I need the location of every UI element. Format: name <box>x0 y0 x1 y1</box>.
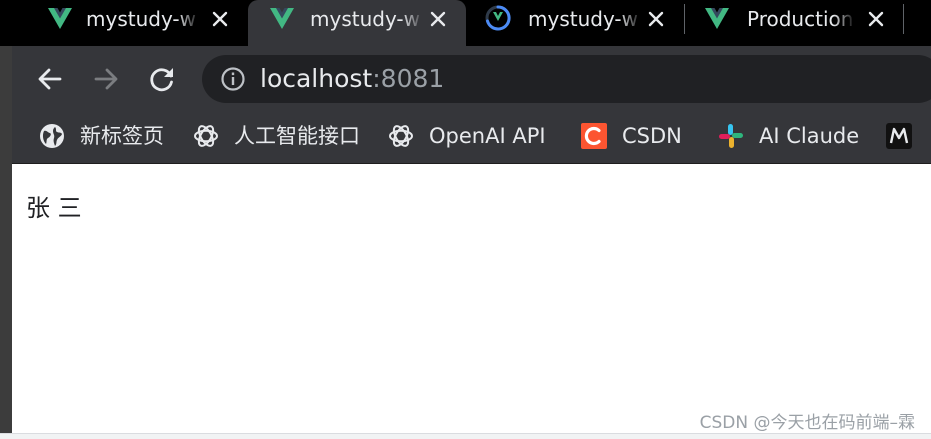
bookmark-label: 新标签页 <box>80 124 164 148</box>
browser-window: mystudy-w mystudy-w mystudy-w Production… <box>0 0 931 439</box>
tab-strip: mystudy-w mystudy-w mystudy-w Production <box>0 0 931 46</box>
info-icon[interactable] <box>220 66 246 92</box>
bookmark-m[interactable] <box>885 120 927 152</box>
tab-mystudy-1[interactable]: mystudy-w <box>30 0 248 46</box>
close-icon[interactable] <box>428 9 448 29</box>
watermark: CSDN @今天也在码前端–霖 <box>699 413 915 433</box>
tab-title: mystudy-w <box>310 7 421 31</box>
bookmark-ai-interface[interactable]: 人工智能接口 <box>192 120 360 152</box>
close-icon[interactable] <box>210 9 230 29</box>
m-logo-icon <box>886 123 912 149</box>
tab-title: mystudy-w <box>86 7 197 31</box>
openai-icon <box>389 125 413 147</box>
window-bottom-edge <box>0 433 931 439</box>
bookmark-csdn[interactable]: CSDN <box>580 120 682 152</box>
openai-icon <box>194 125 218 147</box>
bookmark-label: 人工智能接口 <box>234 124 360 148</box>
vue-logo-icon <box>270 8 294 29</box>
loading-spinner-icon <box>485 5 511 31</box>
window-edge <box>0 46 12 433</box>
vue-logo-icon <box>48 8 72 29</box>
bookmark-openai-api[interactable]: OpenAI API <box>387 120 546 152</box>
csdn-icon <box>581 123 607 149</box>
url-port: :8081 <box>372 64 445 93</box>
reload-icon[interactable] <box>146 63 178 95</box>
close-icon[interactable] <box>866 9 886 29</box>
url-host: localhost <box>260 64 373 93</box>
tab-mystudy-3[interactable]: mystudy-w <box>466 0 684 46</box>
address-bar[interactable]: localhost:8081 <box>202 55 931 103</box>
close-icon[interactable] <box>646 9 666 29</box>
bookmark-ai-claude[interactable]: AI Claude <box>717 120 859 152</box>
toolbar: localhost:8081 <box>12 46 931 110</box>
tab-separator <box>903 4 904 34</box>
tab-title: mystudy-w <box>528 7 639 31</box>
name-text: 张 三 <box>26 194 82 222</box>
forward-arrow-icon[interactable] <box>90 63 122 95</box>
bookmark-label: CSDN <box>622 124 682 148</box>
back-arrow-icon[interactable] <box>34 63 66 95</box>
page-content: 张 三 CSDN @今天也在码前端–霖 <box>12 164 931 433</box>
bookmarks-bar: 新标签页 人工智能接口 OpenAI API CSDN AI Claude <box>12 110 931 164</box>
globe-icon <box>40 124 64 148</box>
bookmark-label: AI Claude <box>759 124 860 148</box>
bookmark-new-tab[interactable]: 新标签页 <box>38 120 164 152</box>
tab-mystudy-2[interactable]: mystudy-w <box>248 0 466 46</box>
tab-title: Production <box>747 7 854 31</box>
bookmark-label: OpenAI API <box>429 124 546 148</box>
slack-icon <box>719 124 743 148</box>
url-text[interactable]: localhost:8081 <box>260 62 444 96</box>
tab-production[interactable]: Production <box>685 0 903 46</box>
vue-logo-icon <box>705 8 729 29</box>
